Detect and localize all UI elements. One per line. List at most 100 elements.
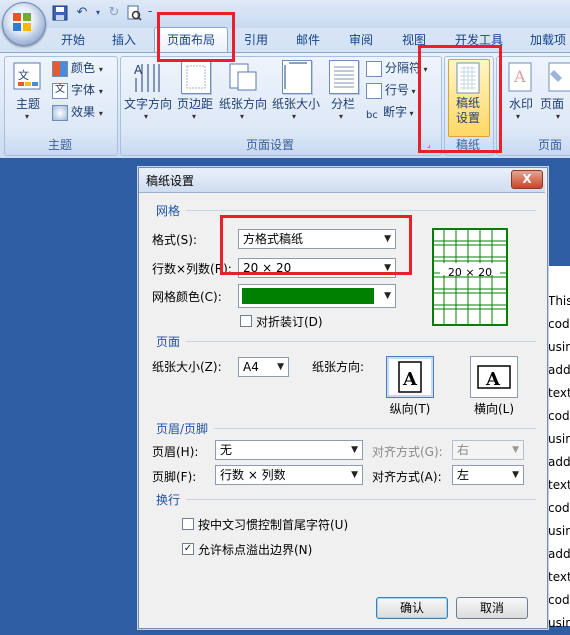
size-dropdown-icon[interactable]: ▾ xyxy=(292,112,296,121)
chevron-down-icon: ▼ xyxy=(384,234,391,244)
margins-label[interactable]: 页边距 xyxy=(174,95,216,112)
text-direction-label[interactable]: 文字方向 xyxy=(122,95,174,112)
cjk-rules-label: 按中文习惯控制首尾字符(U) xyxy=(198,518,349,532)
group-manuscript-label: 稿纸 xyxy=(455,138,480,152)
colors-icon xyxy=(52,60,68,77)
page-color-label[interactable]: 页面 xyxy=(540,95,570,112)
size-icon[interactable] xyxy=(282,60,312,94)
redo-icon[interactable]: ↻ xyxy=(106,5,122,21)
watermark-label[interactable]: 水印 xyxy=(502,95,540,112)
section-header-footer-divider xyxy=(214,428,536,429)
print-preview-icon[interactable] xyxy=(126,5,142,21)
chevron-down-icon: ▼ xyxy=(512,470,519,480)
line-numbers-button[interactable]: 行号 ▾ xyxy=(366,80,416,100)
document-text-line: cod xyxy=(548,593,570,607)
orientation-label[interactable]: 纸张方向 xyxy=(218,95,268,112)
group-page-background-label: 页面 xyxy=(538,138,563,152)
themes-dropdown-icon[interactable]: ▾ xyxy=(25,112,29,121)
qat-customize-icon[interactable]: ‐ xyxy=(148,4,152,18)
themes-icon[interactable]: 文 xyxy=(12,60,44,92)
page-color-dropdown-icon[interactable]: ▾ xyxy=(556,112,560,121)
tab-insert[interactable]: 插入 xyxy=(104,28,144,52)
paper-size-select[interactable]: A4 ▼ xyxy=(238,357,289,377)
portrait-label: 纵向(T) xyxy=(389,402,431,416)
section-header-footer: 页眉/页脚 xyxy=(156,422,209,436)
svg-text:A: A xyxy=(513,67,526,86)
grid-color-select[interactable]: ▼ xyxy=(238,284,396,308)
columns-label[interactable]: 分栏 xyxy=(326,95,360,112)
line-numbers-icon xyxy=(366,82,382,99)
svg-text:文: 文 xyxy=(18,68,29,82)
undo-dropdown-icon[interactable]: ▾ xyxy=(90,5,106,21)
section-page-divider xyxy=(186,341,536,342)
cancel-button[interactable]: 取消 xyxy=(456,597,528,619)
office-logo-icon xyxy=(13,13,31,31)
page-color-icon[interactable] xyxy=(548,62,570,92)
section-line-break-divider xyxy=(186,499,536,500)
tab-developer[interactable]: 开发工具 xyxy=(446,28,512,52)
themes-button-label[interactable]: 主题 xyxy=(10,95,46,112)
grid-color-label: 网格颜色(C): xyxy=(152,290,222,304)
tab-addins[interactable]: 加载项 xyxy=(522,28,570,52)
dialog-title: 稿纸设置 xyxy=(146,174,195,188)
manuscript-icon[interactable] xyxy=(455,62,481,94)
fonts-button[interactable]: 文字体 ▾ xyxy=(52,80,103,100)
page-setup-dialog-launcher-icon[interactable]: ⌟ xyxy=(427,140,431,149)
hyphenation-button[interactable]: bc 断字 ▾ xyxy=(366,102,414,122)
header-align-select[interactable]: 右 ▼ xyxy=(452,440,524,460)
header-align-label: 对齐方式(G): xyxy=(372,445,443,459)
fonts-icon: 文 xyxy=(52,82,68,99)
grid-color-swatch xyxy=(242,288,374,304)
colors-button[interactable]: 颜色 ▾ xyxy=(52,58,103,78)
margins-icon[interactable] xyxy=(181,60,211,94)
portrait-button[interactable]: A xyxy=(386,356,434,398)
tab-view[interactable]: 视图 xyxy=(392,28,436,52)
columns-icon[interactable] xyxy=(329,60,359,94)
watermark-dropdown-icon[interactable]: ▾ xyxy=(516,112,520,121)
rows-cols-select[interactable]: 20 × 20 ▼ xyxy=(238,258,396,278)
ok-button[interactable]: 确认 xyxy=(376,597,448,619)
size-label[interactable]: 纸张大小 xyxy=(270,95,322,112)
chevron-down-icon: ▼ xyxy=(351,445,358,455)
orientation-icon[interactable] xyxy=(228,60,258,94)
style-select[interactable]: 方格式稿纸 ▼ xyxy=(238,229,396,249)
breaks-button[interactable]: 分隔符 ▾ xyxy=(366,58,428,78)
margins-dropdown-icon[interactable]: ▾ xyxy=(192,112,196,121)
cjk-rules-checkbox[interactable] xyxy=(182,518,194,530)
tab-page-layout[interactable]: 页面布局 xyxy=(154,27,228,52)
footer-select[interactable]: 行数 × 列数 ▼ xyxy=(215,465,363,485)
text-direction-dropdown-icon[interactable]: ▾ xyxy=(144,112,148,121)
tab-home[interactable]: 开始 xyxy=(52,28,94,52)
columns-dropdown-icon[interactable]: ▾ xyxy=(339,112,343,121)
footer-align-select[interactable]: 左 ▼ xyxy=(452,465,524,485)
landscape-label: 横向(L) xyxy=(473,402,515,416)
header-select[interactable]: 无 ▼ xyxy=(215,440,363,460)
style-label: 格式(S): xyxy=(152,233,198,247)
fold-binding-checkbox[interactable] xyxy=(240,315,252,327)
document-text-line: usin xyxy=(548,340,570,354)
header-label: 页眉(H): xyxy=(152,445,199,459)
document-text-line: add xyxy=(548,455,570,469)
tab-references[interactable]: 引用 xyxy=(236,28,276,52)
document-text-line: text xyxy=(548,570,570,584)
text-direction-icon[interactable]: A xyxy=(132,60,162,94)
dialog-close-button[interactable]: X xyxy=(511,170,543,189)
tab-review[interactable]: 审阅 xyxy=(340,28,382,52)
footer-label: 页脚(F): xyxy=(152,470,197,484)
manuscript-settings-label[interactable]: 稿纸 设置 xyxy=(446,96,490,126)
document-text-line: text xyxy=(548,386,570,400)
orientation-dropdown-icon[interactable]: ▾ xyxy=(240,112,244,121)
landscape-button[interactable]: A xyxy=(470,356,518,398)
breaks-icon xyxy=(366,60,382,77)
document-text-line: text xyxy=(548,478,570,492)
document-text-line: add xyxy=(548,547,570,561)
watermark-icon[interactable]: A xyxy=(508,62,534,92)
save-icon[interactable] xyxy=(52,5,68,21)
chevron-down-icon: ▼ xyxy=(512,445,519,455)
fold-binding-label: 对折装订(D) xyxy=(256,315,323,329)
allow-overflow-checkbox[interactable]: ✓ xyxy=(182,543,194,555)
section-line-break: 换行 xyxy=(156,493,181,507)
tab-mailings[interactable]: 邮件 xyxy=(286,28,330,52)
effects-button[interactable]: 效果 ▾ xyxy=(52,102,103,122)
undo-icon[interactable]: ↶ xyxy=(74,5,90,21)
